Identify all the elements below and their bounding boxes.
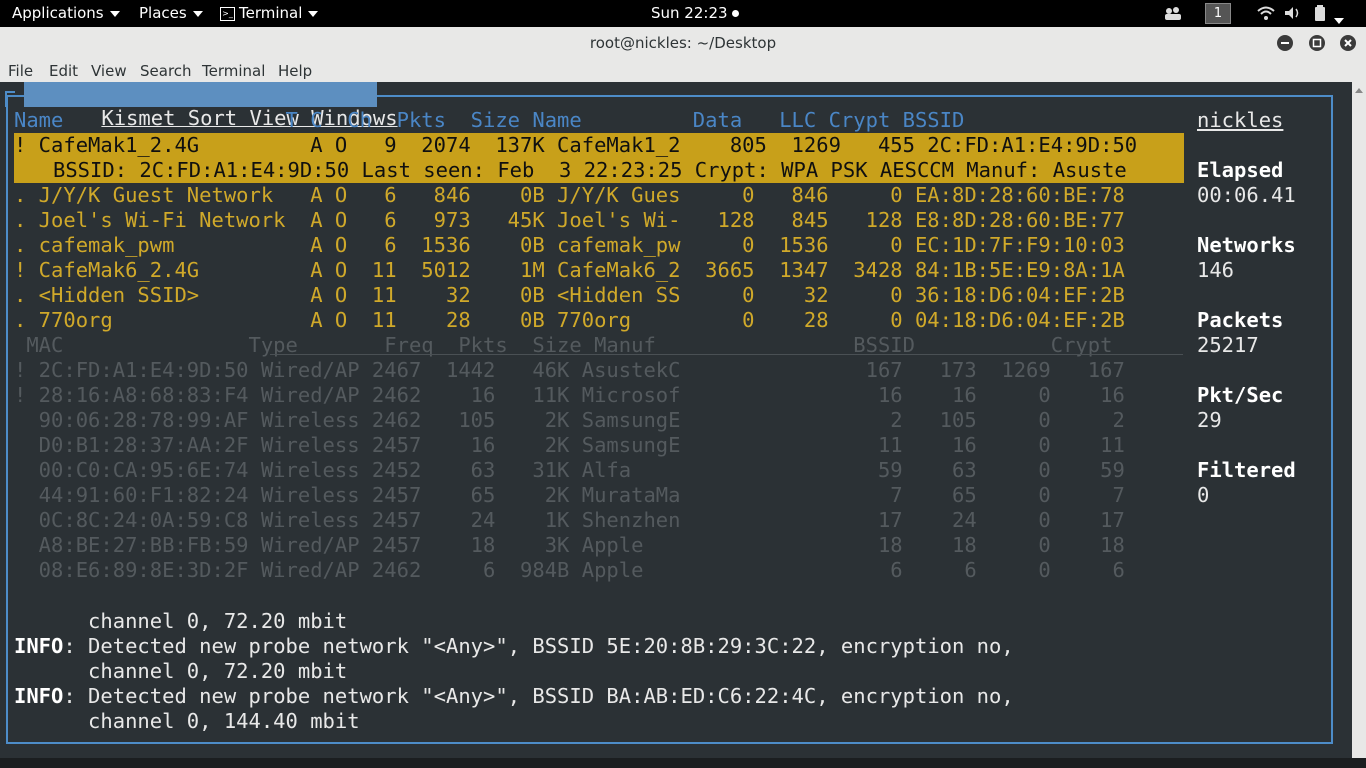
network-row[interactable]: . cafemak_pwm A O 6 1536 0B cafemak_pw 0…: [14, 233, 1125, 258]
applications-label: Applications: [12, 4, 104, 22]
clock[interactable]: Sun 22:23: [651, 4, 740, 22]
menu-help[interactable]: Help: [278, 62, 312, 80]
client-row[interactable]: 90:06:28:78:99:AF Wireless 2462 105 2K S…: [14, 408, 1125, 433]
client-row[interactable]: D0:B1:28:37:AA:2F Wireless 2457 16 2K Sa…: [14, 433, 1125, 458]
client-row[interactable]: 44:91:60:F1:82:24 Wireless 2457 65 2K Mu…: [14, 483, 1125, 508]
client-header-divider: [270, 354, 1183, 355]
chevron-down-icon: [109, 10, 120, 17]
wifi-icon[interactable]: [1257, 6, 1275, 24]
selected-network-row[interactable]: ! CafeMak1_2.4G A O 9 2074 137K CafeMak1…: [14, 133, 1184, 158]
log-line: channel 0, 72.20 mbit: [14, 609, 347, 634]
log-line: INFO: Detected new probe network "<Any>"…: [14, 684, 1014, 709]
battery-icon[interactable]: [1314, 5, 1326, 25]
filtered-value: 0: [1197, 483, 1210, 507]
log-text: : Detected new probe network "<Any>", BS…: [63, 684, 1014, 708]
window-title: root@nickles: ~/Desktop: [589, 34, 777, 52]
client-row[interactable]: 08:E6:89:8E:3D:2F Wired/AP 2462 6 984B A…: [14, 558, 1125, 583]
packets-label: Packets: [1197, 308, 1284, 332]
terminal-view[interactable]: Kismet Sort View Windows Name T C Ch Pkt…: [0, 82, 1352, 758]
menu-search[interactable]: Search: [140, 62, 192, 80]
network-row[interactable]: . Joel's Wi-Fi Network A O 6 973 45K Joe…: [14, 208, 1125, 233]
hostname: nickles: [1197, 108, 1284, 132]
terminal-app-menu[interactable]: >_ Terminal: [220, 4, 319, 22]
bottom-edge: [0, 758, 1366, 768]
workspace-indicator[interactable]: 1: [1205, 3, 1231, 24]
networks-value: 146: [1197, 258, 1235, 282]
menu-terminal[interactable]: Terminal: [202, 62, 265, 80]
close-button[interactable]: [1340, 35, 1356, 51]
menu-edit[interactable]: Edit: [49, 62, 78, 80]
filtered-label: Filtered: [1197, 458, 1296, 482]
log-line: channel 0, 72.20 mbit: [14, 659, 347, 684]
pktsec-label: Pkt/Sec: [1197, 383, 1284, 407]
chevron-down-icon: [308, 10, 319, 17]
log-prefix: INFO: [14, 634, 64, 658]
minimize-button[interactable]: [1277, 35, 1293, 51]
log-text: : Detected new probe network "<Any>", BS…: [63, 634, 1014, 658]
client-row[interactable]: 00:C0:CA:95:6E:74 Wireless 2452 63 31K A…: [14, 458, 1125, 483]
menubar: File Edit View Search Terminal Help: [0, 59, 1366, 82]
network-row[interactable]: . 770org A O 11 28 0B 770org 0 28 0 04:1…: [14, 308, 1125, 333]
terminal-icon: >_: [220, 6, 235, 21]
client-row[interactable]: A8:BE:27:BB:FB:59 Wired/AP 2457 18 3K Ap…: [14, 533, 1125, 558]
network-row[interactable]: . J/Y/K Guest Network A O 6 846 0B J/Y/K…: [14, 183, 1125, 208]
notification-dot-icon: [732, 10, 740, 17]
menu-indicator-icon: [5, 91, 15, 107]
workspace-number: 1: [1213, 6, 1223, 21]
log-line: INFO: Detected new probe network "<Any>"…: [14, 634, 1014, 659]
volume-icon[interactable]: [1284, 6, 1302, 24]
top-panel: Applications Places >_ Terminal Sun 22:23…: [0, 0, 1366, 27]
log-text: channel 0, 144.40 mbit: [14, 709, 360, 733]
networks-label: Networks: [1197, 233, 1296, 257]
places-label: Places: [139, 4, 187, 22]
log-text: channel 0, 72.20 mbit: [14, 609, 348, 633]
log-prefix: INFO: [14, 684, 64, 708]
selected-network-detail[interactable]: BSSID: 2C:FD:A1:E4:9D:50 Last seen: Feb …: [14, 158, 1184, 183]
elapsed-label: Elapsed: [1197, 158, 1284, 182]
pktsec-value: 29: [1197, 408, 1222, 432]
clock-label: Sun 22:23: [651, 4, 728, 22]
applications-menu[interactable]: Applications: [12, 4, 120, 22]
client-row[interactable]: ! 2C:FD:A1:E4:9D:50 Wired/AP 2467 1442 4…: [14, 358, 1125, 383]
client-row[interactable]: 0C:8C:24:0A:59:C8 Wireless 2457 24 1K Sh…: [14, 508, 1125, 533]
menu-file[interactable]: File: [8, 62, 33, 80]
menu-view[interactable]: View: [91, 62, 127, 80]
client-row[interactable]: ! 28:16:A8:68:83:F4 Wired/AP 2462 16 11K…: [14, 383, 1125, 408]
people-icon[interactable]: [1164, 6, 1182, 24]
kismet-menu[interactable]: Kismet Sort View Windows: [24, 82, 398, 130]
packets-value: 25217: [1197, 333, 1259, 357]
elapsed-value: 00:06.41: [1197, 183, 1296, 207]
scroll-up-icon[interactable]: [1355, 88, 1363, 93]
window-titlebar[interactable]: root@nickles: ~/Desktop: [0, 27, 1366, 60]
log-text: channel 0, 72.20 mbit: [14, 659, 348, 683]
terminal-label: Terminal: [239, 4, 303, 22]
chevron-down-icon: [192, 10, 203, 17]
network-row[interactable]: . <Hidden SSID> A O 11 32 0B <Hidden SS …: [14, 283, 1125, 308]
maximize-button[interactable]: [1309, 35, 1325, 51]
places-menu[interactable]: Places: [139, 4, 203, 22]
log-line: channel 0, 144.40 mbit: [14, 709, 360, 734]
selected-network-detail-text: BSSID: 2C:FD:A1:E4:9D:50 Last seen: Feb …: [53, 158, 1127, 182]
network-row[interactable]: ! CafeMak6_2.4G A O 11 5012 1M CafeMak6_…: [14, 258, 1125, 283]
terminal-scrollbar[interactable]: [1352, 82, 1366, 758]
network-list-header: Name T C Ch Pkts Size Name Data LLC Cryp…: [14, 108, 965, 132]
